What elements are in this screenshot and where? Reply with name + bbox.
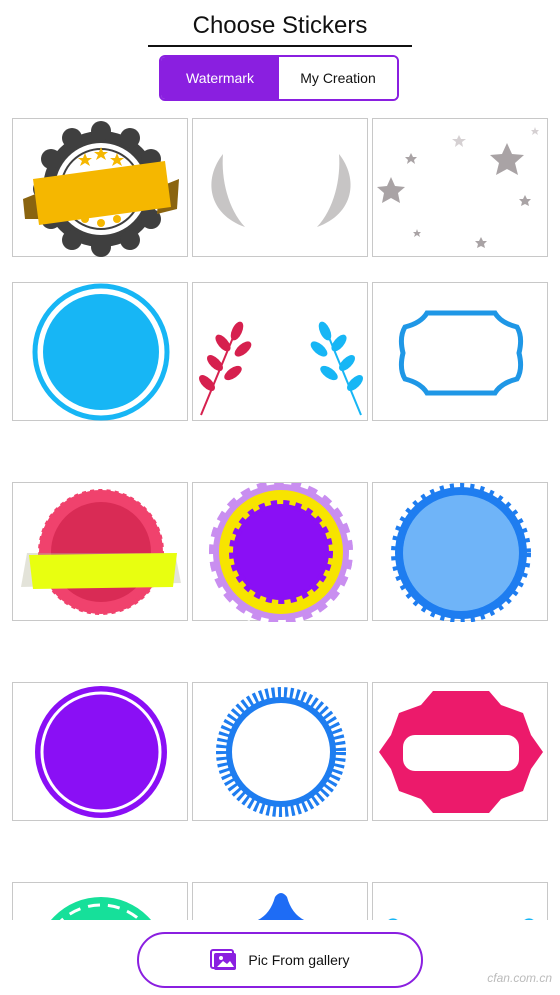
sticker-leaf-branches[interactable] [192,282,368,421]
sticker-blue-peak[interactable] [192,882,368,920]
sticker-badge-gold-ribbon[interactable] [12,118,188,257]
sticker-stars[interactable] [372,118,548,257]
sticker-blue-frame[interactable] [372,282,548,421]
sticker-pink-label[interactable] [372,682,548,821]
sticker-blue-sunburst[interactable] [372,482,548,622]
sticker-tusks[interactable] [192,118,368,257]
gallery-button-label: Pic From gallery [248,952,350,968]
sticker-grid [0,0,560,920]
sticker-partial[interactable] [372,882,548,920]
image-gallery-icon [210,949,237,971]
sticker-red-seal-ribbon[interactable] [12,482,188,621]
sticker-flower-badge[interactable] [192,482,368,622]
sticker-purple-circle[interactable] [12,682,188,821]
pic-from-gallery-button[interactable]: Pic From gallery [137,932,423,988]
sticker-blue-circle[interactable] [12,282,188,421]
sticker-green-dome[interactable] [12,882,188,920]
sticker-blue-ring[interactable] [192,682,368,821]
site-watermark: cfan.com.cn [487,971,552,985]
